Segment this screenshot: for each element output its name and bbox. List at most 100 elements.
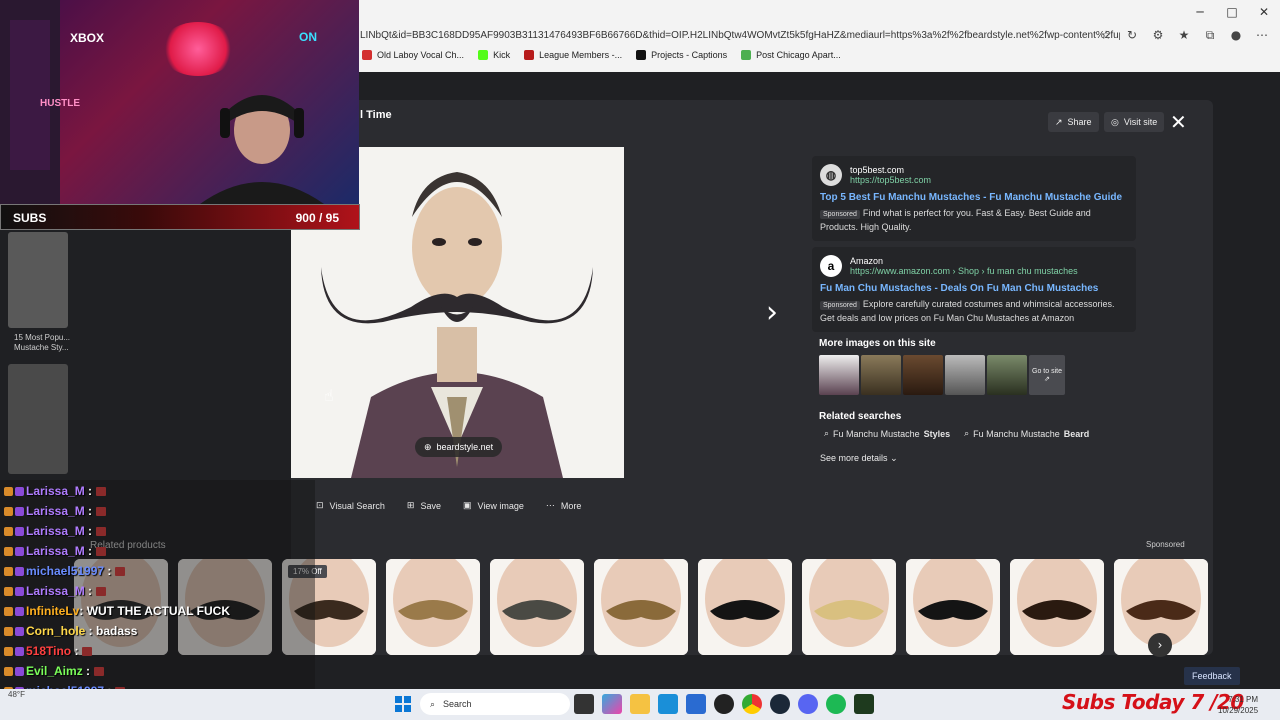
bookmark-item[interactable]: Projects - Captions: [636, 50, 727, 60]
emote-icon: [96, 587, 107, 597]
chat-username: Evil_Aimz: [26, 664, 83, 678]
emote-icon: [94, 667, 105, 677]
store-icon[interactable]: [686, 694, 706, 714]
feedback-button[interactable]: Feedback: [1184, 667, 1240, 685]
related-search-item[interactable]: ⌕ Fu Manchu Mustache Styles: [824, 428, 950, 439]
task-view-icon[interactable]: [574, 694, 594, 714]
product-image: [386, 559, 480, 655]
emote-icon: [96, 547, 107, 557]
result-caption[interactable]: 15 Most Popu... Mustache Sty...: [14, 333, 74, 353]
bookmark-item[interactable]: Post Chicago Apart...: [741, 50, 841, 60]
chat-username: Corn_hole: [26, 624, 86, 638]
more-image-thumbnail[interactable]: [987, 355, 1027, 395]
bookmark-label: Projects - Captions: [651, 50, 728, 60]
chat-username: Larissa_M: [26, 544, 85, 558]
share-button[interactable]: ↗ Share: [1048, 112, 1099, 132]
ad-url[interactable]: https://top5best.com: [850, 175, 931, 185]
save-button[interactable]: ⊞ Save: [407, 500, 441, 511]
close-icon[interactable]: ✕: [1170, 110, 1187, 134]
sub-badge-icon: [4, 567, 13, 577]
product-card[interactable]: [1010, 559, 1104, 655]
chevron-right-icon[interactable]: ›: [1148, 633, 1172, 657]
see-more-details-button[interactable]: See more details ⌄: [820, 453, 1136, 464]
ad-title[interactable]: Fu Man Chu Mustaches - Deals On Fu Man C…: [820, 283, 1128, 294]
sub-badge-icon: [4, 667, 13, 677]
product-card[interactable]: [594, 559, 688, 655]
settings-menu-icon[interactable]: ⋯: [1254, 26, 1270, 44]
ad-title[interactable]: Top 5 Best Fu Manchu Mustaches - Fu Manc…: [820, 192, 1128, 203]
chrome-icon[interactable]: [742, 694, 762, 714]
weather-widget[interactable]: 48°F: [8, 690, 25, 699]
globe-icon: ⊕: [424, 441, 432, 452]
close-window-button[interactable]: ✕: [1248, 0, 1280, 24]
related-prefix: Fu Manchu Mustache: [973, 428, 1060, 439]
ad-card[interactable]: ◍ top5best.com https://top5best.com Top …: [812, 156, 1136, 241]
sponsored-tag: Sponsored: [820, 301, 860, 310]
windows-start-icon[interactable]: [395, 696, 411, 712]
product-image: [698, 559, 792, 655]
bookmark-label: Old Laboy Vocal Ch...: [377, 50, 465, 60]
related-searches-title: Related searches: [819, 411, 902, 422]
product-card[interactable]: [490, 559, 584, 655]
edge-icon[interactable]: [658, 694, 678, 714]
sub-badge-icon: [4, 607, 13, 617]
more-image-thumbnail[interactable]: [819, 355, 859, 395]
bookmark-favicon-icon: [524, 50, 535, 60]
more-images-title: More images on this site: [819, 338, 936, 349]
related-search-item[interactable]: ⌕ Fu Manchu Mustache Beard: [964, 428, 1089, 439]
more-label: More: [560, 500, 582, 511]
more-image-thumbnail[interactable]: [903, 355, 943, 395]
bits-badge-icon: [15, 507, 24, 517]
steam-icon[interactable]: [770, 694, 790, 714]
more-image-thumbnail[interactable]: [861, 355, 901, 395]
chat-message: Larissa_M :: [4, 584, 107, 598]
ad-card[interactable]: a Amazon https://www.amazon.com › Shop ›…: [812, 247, 1136, 332]
result-thumbnail[interactable]: [8, 364, 68, 474]
visit-site-button[interactable]: ◎ Visit site: [1104, 112, 1165, 132]
source-chip[interactable]: ⊕ beardstyle.net: [415, 437, 503, 457]
refresh-icon[interactable]: ↻: [1124, 26, 1140, 44]
product-card[interactable]: [386, 559, 480, 655]
next-image-arrow-icon[interactable]: ›: [766, 295, 778, 330]
file-explorer-icon[interactable]: [630, 694, 650, 714]
amazon-logo-icon: a: [820, 255, 842, 277]
bookmark-favicon-icon: [478, 50, 489, 60]
star-icon[interactable]: ☆: [1098, 26, 1114, 44]
go-to-site-label: Go to site: [1032, 367, 1062, 375]
taskbar-search[interactable]: ⌕ Search: [420, 693, 570, 715]
minimize-button[interactable]: ─: [1184, 0, 1216, 24]
profile-icon[interactable]: ●: [1228, 26, 1244, 44]
more-button[interactable]: ⋯ More: [546, 500, 582, 511]
product-card[interactable]: [802, 559, 896, 655]
go-to-site-button[interactable]: Go to site ⇗: [1029, 355, 1065, 395]
system-clock[interactable]: 7:31 PM 10/29/2025: [1218, 694, 1258, 716]
ad-url[interactable]: https://www.amazon.com › Shop › fu man c…: [850, 266, 1078, 276]
subs-value: 900 / 95: [295, 211, 339, 225]
address-bar[interactable]: LINbQt&id=BB3C168DD95AF9903B31131476493B…: [360, 26, 1120, 46]
maximize-button[interactable]: □: [1216, 0, 1248, 24]
product-card[interactable]: [698, 559, 792, 655]
view-image-button[interactable]: ▣ View image: [463, 500, 524, 511]
product-card[interactable]: [906, 559, 1000, 655]
save-label: Save: [420, 500, 441, 511]
ad-name: Amazon: [850, 256, 884, 266]
bits-badge-icon: [15, 647, 24, 657]
terminal-icon[interactable]: [854, 694, 874, 714]
collections-icon[interactable]: ⧉: [1202, 26, 1218, 44]
spotify-icon[interactable]: [826, 694, 846, 714]
favorites-icon[interactable]: ★: [1176, 26, 1192, 44]
visual-search-button[interactable]: ⊡ Visual Search: [316, 500, 385, 511]
bookmark-item[interactable]: League Members -...: [524, 50, 622, 60]
result-thumbnail[interactable]: [8, 232, 68, 328]
discord-icon[interactable]: [798, 694, 818, 714]
bookmark-favicon-icon: [362, 50, 372, 60]
copilot-icon[interactable]: [602, 694, 622, 714]
extensions-icon[interactable]: ⚙: [1150, 26, 1166, 44]
bookmark-item[interactable]: Old Laboy Vocal Ch...: [362, 50, 464, 60]
xbox-app-icon[interactable]: [714, 694, 734, 714]
more-image-thumbnail[interactable]: [945, 355, 985, 395]
chat-separator: :: [85, 624, 97, 638]
bits-badge-icon: [15, 487, 24, 497]
bits-badge-icon: [15, 527, 24, 537]
bookmark-item[interactable]: Kick: [478, 50, 510, 60]
